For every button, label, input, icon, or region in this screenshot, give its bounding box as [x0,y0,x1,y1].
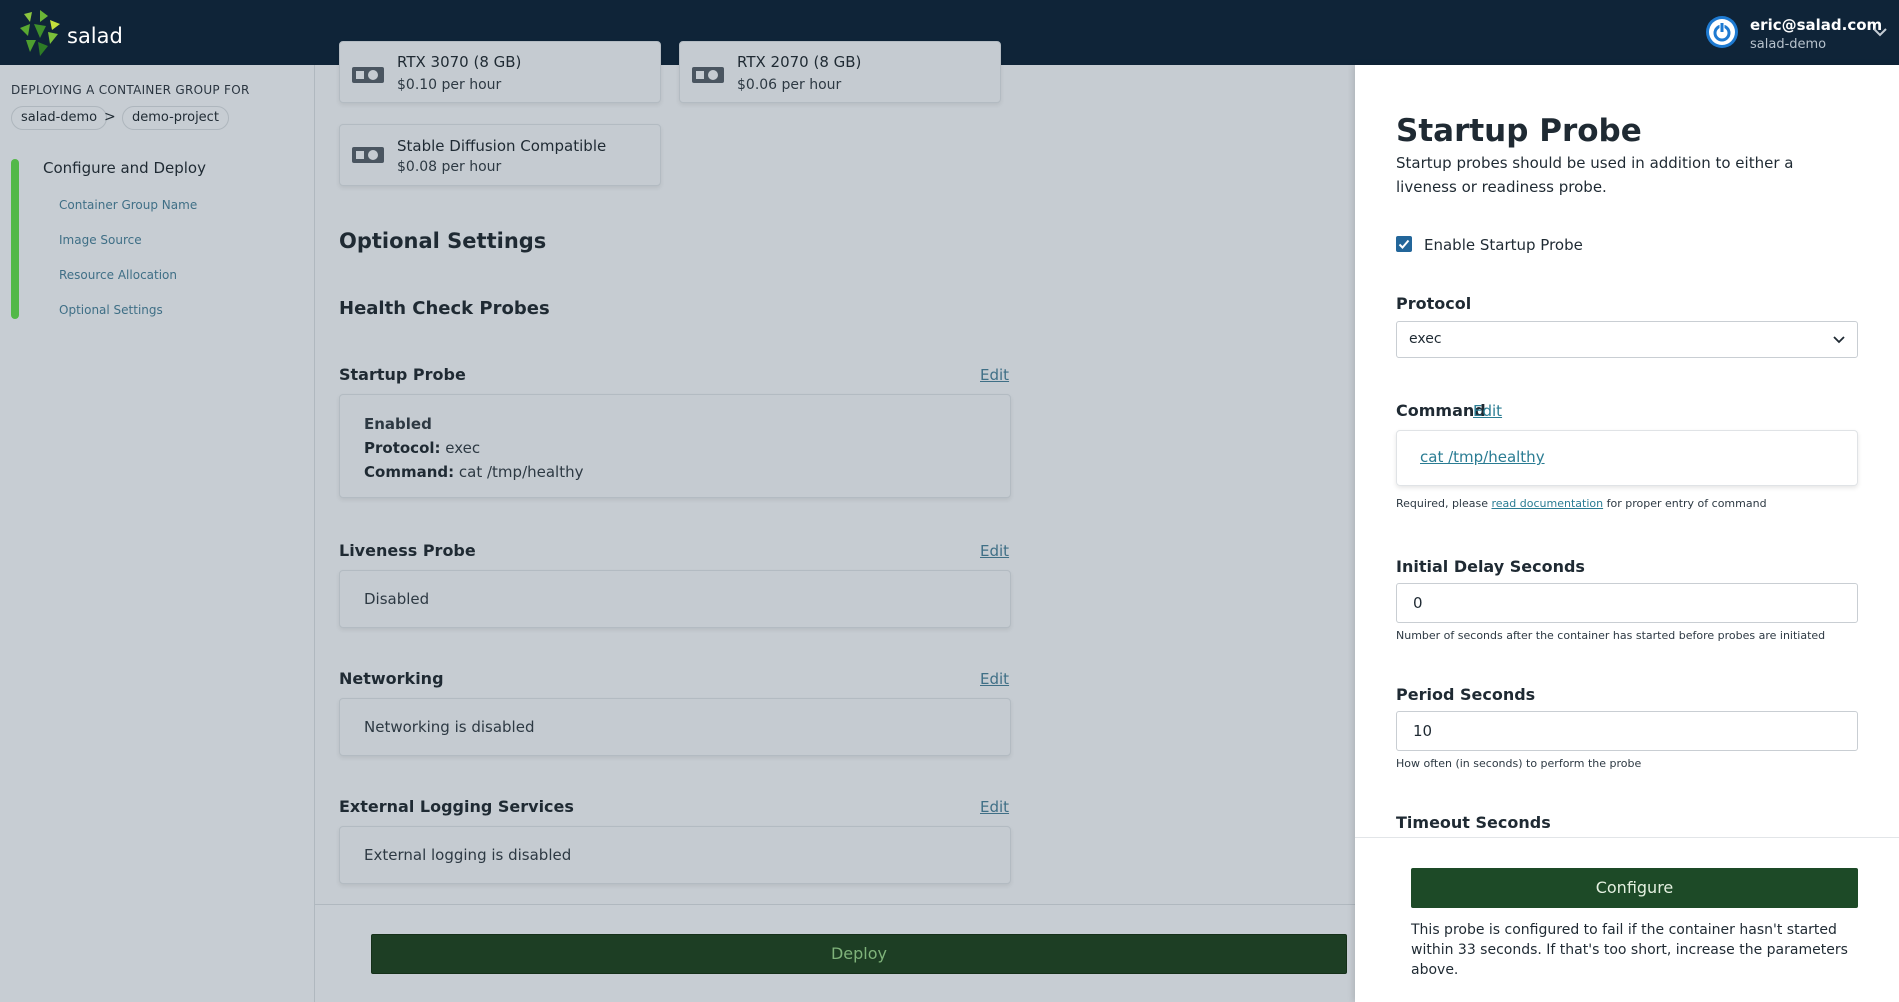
enable-startup-probe-label[interactable]: Enable Startup Probe [1424,236,1583,254]
command-field[interactable]: cat /tmp/healthy [1396,430,1858,486]
protocol-select-value: exec [1409,331,1442,347]
sidebar-item-optional-settings[interactable]: Optional Settings [59,303,163,317]
networking-status: Networking is disabled [364,718,535,736]
checkmark-icon [1398,239,1410,249]
progress-bar [11,159,19,319]
sidebar-item-container-group-name[interactable]: Container Group Name [59,198,197,212]
gpu-price: $0.10 per hour [397,77,502,93]
external-logging-edit-link[interactable]: Edit [980,798,1009,816]
startup-probe-status: Enabled [364,415,432,433]
startup-probe-command: Command: cat /tmp/healthy [364,463,584,481]
gpu-card-rtx-2070[interactable]: RTX 2070 (8 GB) $0.06 per hour [679,41,1001,103]
step-title: Configure and Deploy [43,159,206,177]
chevron-down-icon [1833,336,1845,344]
command-edit-link[interactable]: Edit [1473,402,1502,420]
chevron-down-icon[interactable] [1872,26,1888,38]
external-logging-title: External Logging Services [339,797,574,816]
period-input[interactable] [1396,711,1858,751]
breadcrumb-separator: > [104,109,116,125]
brand-name: salad [67,24,123,48]
panel-description: Startup probes should be used in additio… [1396,154,1794,196]
probe-timeout-note: This probe is configured to fail if the … [1411,922,1848,978]
external-logging-status: External logging is disabled [364,846,572,864]
breadcrumb-org[interactable]: salad-demo [11,106,108,130]
gpu-name: Stable Diffusion Compatible [397,137,607,155]
networking-summary: Networking is disabled [339,698,1011,756]
gpu-card-icon [352,67,384,83]
protocol-select[interactable]: exec [1396,321,1858,358]
period-help: How often (in seconds) to perform the pr… [1396,757,1642,770]
startup-probe-title: Startup Probe [339,365,466,384]
optional-settings-heading: Optional Settings [339,229,547,253]
user-email[interactable]: eric@salad.com [1750,16,1882,34]
gpu-name: RTX 3070 (8 GB) [397,53,522,71]
panel-footer: Configure This probe is configured to fa… [1355,837,1899,1002]
gpu-name: RTX 2070 (8 GB) [737,53,862,71]
liveness-probe-summary: Disabled [339,570,1011,628]
liveness-probe-status: Disabled [364,590,430,608]
command-value[interactable]: cat /tmp/healthy [1420,448,1545,466]
salad-logo-icon[interactable] [18,10,62,56]
sidebar-item-image-source[interactable]: Image Source [59,233,142,247]
gpu-card-stable-diffusion[interactable]: Stable Diffusion Compatible $0.08 per ho… [339,124,661,186]
sidebar-item-resource-allocation[interactable]: Resource Allocation [59,268,177,282]
command-help: Required, please read documentation for … [1396,497,1767,510]
startup-probe-panel: Startup Probe Startup probes should be u… [1355,65,1899,1002]
timeout-label: Timeout Seconds [1396,813,1551,832]
panel-title: Startup Probe [1396,113,1642,149]
networking-edit-link[interactable]: Edit [980,670,1009,688]
initial-delay-label: Initial Delay Seconds [1396,557,1585,576]
deploy-button[interactable]: Deploy [371,934,1347,974]
health-check-heading: Health Check Probes [339,298,550,319]
initial-delay-input[interactable] [1396,583,1858,623]
networking-title: Networking [339,669,444,688]
sidebar: DEPLOYING A CONTAINER GROUP FOR salad-de… [0,65,315,1002]
startup-probe-summary: Enabled Protocol: exec Command: cat /tmp… [339,394,1011,498]
gpu-card-icon [352,147,384,163]
power-icon[interactable] [1706,16,1738,48]
configure-button[interactable]: Configure [1411,868,1858,908]
liveness-probe-title: Liveness Probe [339,541,476,560]
external-logging-summary: External logging is disabled [339,826,1011,884]
gpu-card-rtx-3070[interactable]: RTX 3070 (8 GB) $0.10 per hour [339,41,661,103]
user-org: salad-demo [1750,37,1827,52]
period-label: Period Seconds [1396,685,1536,704]
gpu-price: $0.08 per hour [397,159,502,175]
startup-probe-edit-link[interactable]: Edit [980,366,1009,384]
protocol-label: Protocol [1396,294,1472,313]
read-documentation-link[interactable]: read documentation [1492,497,1604,510]
gpu-card-icon [692,67,724,83]
gpu-price: $0.06 per hour [737,77,842,93]
liveness-probe-edit-link[interactable]: Edit [980,542,1009,560]
initial-delay-help: Number of seconds after the container ha… [1396,629,1826,642]
deploying-label: DEPLOYING A CONTAINER GROUP FOR [11,83,250,97]
enable-startup-probe-checkbox[interactable] [1396,236,1412,252]
startup-probe-protocol: Protocol: exec [364,439,481,457]
breadcrumb-project[interactable]: demo-project [122,106,229,130]
